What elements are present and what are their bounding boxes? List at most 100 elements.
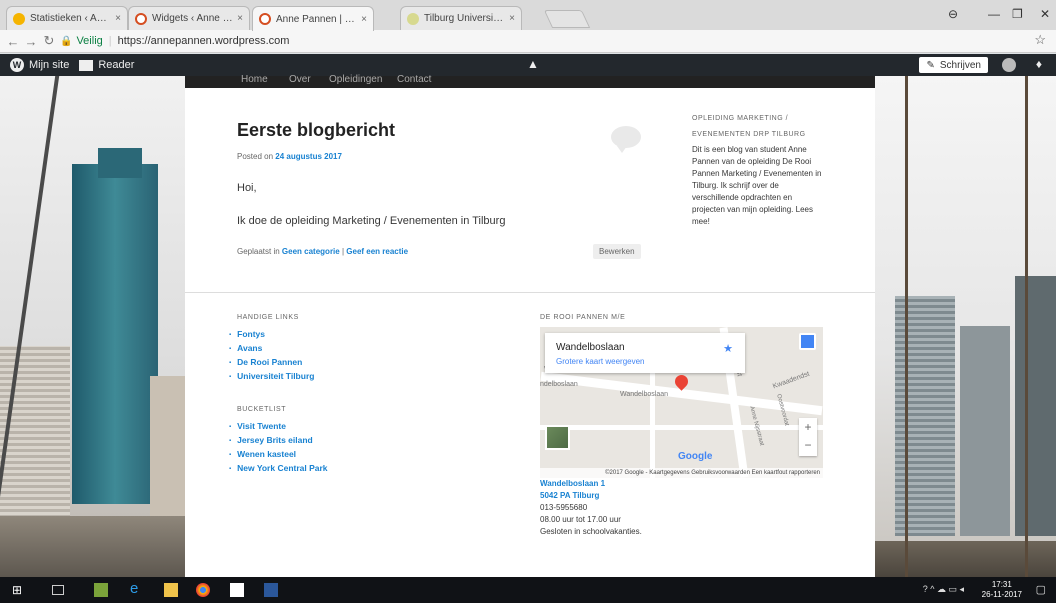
close-tab-icon[interactable]: × xyxy=(361,14,367,25)
list-item[interactable]: Visit Twente xyxy=(229,420,328,434)
map-street-label: Kwaadendst xyxy=(771,370,811,391)
map-road xyxy=(540,425,823,430)
user-profile-icon[interactable]: ⊖ xyxy=(948,7,958,21)
tab-title: Statistieken ‹ Anne Panne xyxy=(30,13,112,24)
save-star-icon[interactable]: ★ xyxy=(723,342,733,355)
content-divider xyxy=(185,292,875,293)
handige-links-list: Fontys Avans De Rooi Pannen Universiteit… xyxy=(229,328,314,384)
file-explorer-icon[interactable] xyxy=(164,583,178,597)
zoom-control: + − xyxy=(799,418,817,456)
category-prefix: Geplaatst in xyxy=(237,247,282,256)
my-site-menu[interactable]: W Mijn site xyxy=(10,58,69,72)
map-street-label: ndelboslaan xyxy=(540,381,578,388)
reload-icon[interactable]: ↻ xyxy=(40,33,58,49)
nav-item-opleidingen[interactable]: Opleidingen xyxy=(329,74,382,85)
chrome-icon[interactable] xyxy=(196,583,210,597)
map-attribution[interactable]: ©2017 Google - Kaartgegevens Gebruiksvoo… xyxy=(540,468,823,478)
close-tab-icon[interactable]: × xyxy=(115,13,121,24)
post-greeting: Hoi, xyxy=(237,182,257,194)
write-button[interactable]: ✎ Schrijven xyxy=(919,57,988,73)
address-bar[interactable]: 🔒 Veilig | https://annepannen.wordpress.… xyxy=(60,32,1040,50)
reader-icon xyxy=(79,59,94,71)
list-item[interactable]: Jersey Brits eiland xyxy=(229,434,328,448)
nav-item-over[interactable]: Over xyxy=(289,74,311,85)
tab-widgets[interactable]: Widgets ‹ Anne Pannen — × xyxy=(128,6,250,30)
back-arrow-icon[interactable]: ← xyxy=(4,34,22,49)
avatar[interactable] xyxy=(1002,58,1016,72)
zoom-out-button[interactable]: − xyxy=(799,436,817,454)
list-item[interactable]: New York Central Park xyxy=(229,462,327,476)
browser-tab-strip: Statistieken ‹ Anne Panne × Widgets ‹ An… xyxy=(0,0,1056,31)
reader-menu[interactable]: Reader xyxy=(79,59,134,71)
wp-admin-bar: W Mijn site Reader ▲ ✎ Schrijven ♦ xyxy=(0,54,1056,76)
list-item[interactable]: Wenen kasteel xyxy=(229,448,328,462)
background-photo-right xyxy=(875,76,1056,577)
maximize-icon[interactable]: ❐ xyxy=(1012,7,1023,21)
satellite-view-toggle[interactable] xyxy=(545,425,570,450)
close-tab-icon[interactable]: × xyxy=(509,13,515,24)
address-line[interactable]: Wandelboslaan 1 xyxy=(540,478,642,490)
zoom-in-button[interactable]: + xyxy=(799,418,817,436)
list-item[interactable]: Fontys xyxy=(229,328,314,342)
list-item[interactable]: Avans xyxy=(229,342,314,356)
nav-item-home[interactable]: Home xyxy=(241,74,268,85)
bucketlist-title: BUCKETLIST xyxy=(237,406,287,413)
nav-item-contact[interactable]: Contact xyxy=(397,74,431,85)
store-icon[interactable] xyxy=(230,583,244,597)
blog-page: Home Over Opleidingen Contact Eerste blo… xyxy=(185,74,875,577)
map-widget-title: DE ROOI PANNEN M/E xyxy=(540,314,626,321)
system-tray-icons[interactable]: ? ^ ☁ ▭ ◂ xyxy=(923,584,964,595)
tab-statistieken[interactable]: Statistieken ‹ Anne Panne × xyxy=(6,6,128,30)
background-photo-left xyxy=(0,76,185,577)
my-site-label: Mijn site xyxy=(29,59,70,71)
tab-anne-pannen-blog[interactable]: Anne Pannen | Blog studi × xyxy=(252,6,374,31)
contact-address: Wandelboslaan 1 5042 PA Tilburg 013-5955… xyxy=(540,478,642,538)
close-window-icon[interactable]: ✕ xyxy=(1040,7,1050,21)
task-view-icon[interactable] xyxy=(52,585,64,595)
action-center-icon[interactable]: ▢ xyxy=(1036,583,1046,596)
clock[interactable]: 17:31 26-11-2017 xyxy=(982,580,1022,600)
post-body: Ik doe de opleiding Marketing / Evenemen… xyxy=(237,215,506,227)
street-view-pegman-icon[interactable] xyxy=(799,333,816,350)
post-title[interactable]: Eerste blogbericht xyxy=(237,120,395,141)
minecraft-icon[interactable] xyxy=(94,583,108,597)
tab-tilburg-university[interactable]: Tilburg University - Bestu × xyxy=(400,6,522,30)
reply-link[interactable]: Geef een reactie xyxy=(346,247,408,256)
windows-taskbar: ⊞ e ? ^ ☁ ▭ ◂ 17:31 26-11-2017 ▢ xyxy=(0,577,1056,603)
windows-start-icon[interactable]: ⊞ xyxy=(12,583,26,597)
url-text[interactable]: https://annepannen.wordpress.com xyxy=(118,35,290,47)
comment-bubble-icon[interactable] xyxy=(611,126,641,153)
address-line[interactable]: 5042 PA Tilburg xyxy=(540,490,642,502)
scroll-top-icon[interactable]: ▲ xyxy=(527,57,539,71)
new-tab-button[interactable] xyxy=(543,10,591,28)
forward-arrow-icon[interactable]: → xyxy=(22,34,40,49)
google-logo: Google xyxy=(678,451,713,462)
edge-browser-icon[interactable]: e xyxy=(130,580,144,597)
tab-title: Anne Pannen | Blog studi xyxy=(276,13,357,25)
map-street-label: Wandelboslaan xyxy=(620,391,668,398)
post-date-link[interactable]: 24 augustus 2017 xyxy=(275,152,342,161)
address-separator: | xyxy=(108,35,112,47)
post-meta: Geplaatst in Geen categorie | Geef een r… xyxy=(237,247,408,256)
clock-time: 17:31 xyxy=(991,580,1012,589)
write-label: Schrijven xyxy=(939,59,981,71)
category-link[interactable]: Geen categorie xyxy=(282,247,340,256)
map-place-card: Wandelboslaan Grotere kaart weergeven ★ xyxy=(545,333,745,373)
google-map[interactable]: ververlaan ndelboslaan Wandelboslaan Wes… xyxy=(540,327,823,478)
wordpress-stats-favicon-icon xyxy=(13,12,25,25)
list-item[interactable]: Universiteit Tilburg xyxy=(229,370,314,384)
close-tab-icon[interactable]: × xyxy=(237,13,243,24)
notifications-bell-icon[interactable]: ♦ xyxy=(1036,57,1042,71)
map-place-name: Wandelboslaan xyxy=(556,342,625,353)
phone-number: 013-5955680 xyxy=(540,503,588,512)
bookmark-star-icon[interactable]: ☆ xyxy=(1034,32,1046,48)
post-date-line: Posted on 24 augustus 2017 xyxy=(237,152,342,161)
lock-icon: 🔒 xyxy=(60,35,73,47)
edit-button[interactable]: Bewerken xyxy=(593,244,641,259)
browser-toolbar: ← → ↻ 🔒 Veilig | https://annepannen.word… xyxy=(0,30,1056,53)
wordpress-favicon-icon xyxy=(135,12,147,25)
word-icon[interactable] xyxy=(264,583,278,597)
larger-map-link[interactable]: Grotere kaart weergeven xyxy=(556,357,645,366)
list-item[interactable]: De Rooi Pannen xyxy=(229,356,314,370)
minimize-icon[interactable]: — xyxy=(988,7,1000,21)
